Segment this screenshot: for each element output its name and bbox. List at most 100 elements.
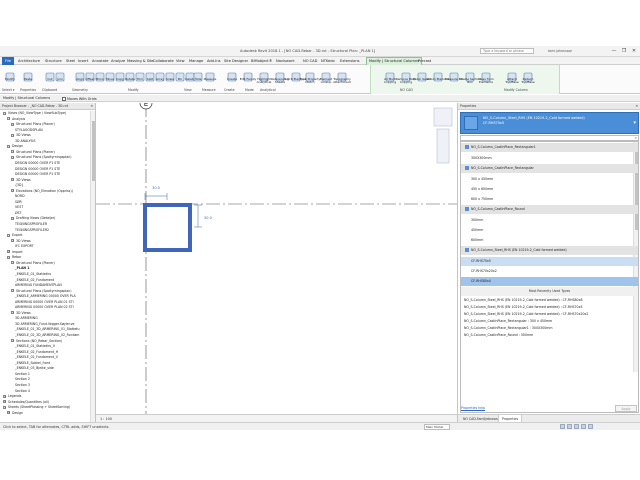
tree-item[interactable]: 3D ANALYSIS xyxy=(15,139,36,143)
close-icon[interactable]: ✕ xyxy=(635,103,638,110)
apply-button[interactable]: Apply xyxy=(615,405,637,412)
recent-type-row[interactable]: NO_S-Column_Steel_RHS (EN 10219-2_Cold f… xyxy=(461,311,638,318)
collapse-icon[interactable]: − xyxy=(11,133,14,137)
tree-item[interactable]: 3D ARMERING xyxy=(15,316,38,320)
type-row[interactable]: 300X300mm xyxy=(461,154,638,163)
tree-item[interactable]: Section 1 xyxy=(15,372,30,376)
drag-elements-icon[interactable] xyxy=(588,424,593,429)
type-row[interactable]: 450 x 600mm xyxy=(461,185,638,194)
moves-with-grids-checkbox[interactable]: Moves With Grids xyxy=(62,96,97,103)
navigation-bar[interactable] xyxy=(436,128,450,164)
create-button[interactable]: Create xyxy=(224,67,240,87)
checkbox-box[interactable] xyxy=(62,97,66,101)
type-selector[interactable]: NO_S-Column_Steel_RHS (EN 10219-2_Cold f… xyxy=(460,112,639,134)
minimize-button[interactable]: — xyxy=(610,48,618,55)
collapse-icon[interactable]: − xyxy=(11,155,14,159)
collapse-icon[interactable]: − xyxy=(7,144,10,148)
tree-item[interactable]: _ENKELE_ARMERING 00000 OVER PLA xyxy=(15,294,76,298)
tree-item[interactable]: DESIGN 00000 OVER P1 STE xyxy=(15,172,60,176)
type-row[interactable]: 600 x 750mm xyxy=(461,195,638,204)
type-row[interactable]: 450mm xyxy=(461,226,638,235)
tab-file[interactable]: File xyxy=(2,57,15,65)
type-dropdown-list[interactable]: NO_S-Column_CastInPlace_Rectangular1 300X… xyxy=(460,141,639,413)
family-header-row[interactable]: NO_S-Column_CastInPlace_Round xyxy=(461,205,638,214)
type-row[interactable]: 300 x 450mm xyxy=(461,175,638,184)
tree-item[interactable]: − Structural Plans (Spoltyrningsplan) xyxy=(11,289,72,293)
tab-manage[interactable]: Manage xyxy=(189,57,203,65)
tab-add-ins[interactable]: Add-Ins xyxy=(207,57,220,65)
tab-collaborate[interactable]: Collaborate xyxy=(153,57,174,65)
model-selector[interactable]: Main Model xyxy=(424,424,450,430)
tab-precast[interactable]: Precast xyxy=(418,57,431,65)
tree-item[interactable]: −3D Views xyxy=(11,311,31,315)
family-header-row[interactable]: NO_S-Column_CastInPlace_Rectangular xyxy=(461,164,638,173)
tree-item[interactable]: −3D Views xyxy=(11,239,31,243)
tree-item[interactable]: DESIGN 00000 OVER P1 STE xyxy=(15,167,60,171)
close-button[interactable]: ✕ xyxy=(630,48,638,55)
panel-select[interactable]: Select ▾ xyxy=(2,88,14,93)
expand-icon[interactable]: + xyxy=(3,400,6,404)
tree-item[interactable]: −3D Views xyxy=(11,178,31,182)
tree-item[interactable]: ØST xyxy=(15,211,21,215)
tab-analyze[interactable]: Analyze xyxy=(111,57,125,65)
tree-item[interactable]: _ENKELE_03_Bjelke_side xyxy=(15,366,54,370)
tree-item[interactable]: _ENKELE_01_3D_ARMERING_01_Stattetu xyxy=(15,327,80,331)
tab-annotate[interactable]: Annotate xyxy=(92,57,108,65)
tab-extensions[interactable]: Extensions xyxy=(340,57,360,65)
tree-item[interactable]: Section 4 xyxy=(15,389,30,393)
tree-item[interactable]: − Analysis xyxy=(7,117,25,121)
tab-modify-structural-columns[interactable]: Modify | Structural Columns xyxy=(366,57,422,65)
tree-item[interactable]: _PLAN 1 xyxy=(15,266,29,270)
tab-steel[interactable]: Steel xyxy=(66,57,75,65)
tree-item[interactable]: − Drafting Views (Detaljer) xyxy=(11,216,55,220)
tree-item[interactable]: + Legends xyxy=(3,394,21,398)
tree-item[interactable]: Section 2 xyxy=(15,377,30,381)
collapse-icon[interactable]: − xyxy=(7,117,10,121)
collapse-icon[interactable]: − xyxy=(7,255,10,259)
browser-scrollbar[interactable] xyxy=(90,111,95,422)
collapse-icon[interactable]: − xyxy=(7,233,10,237)
paste-button[interactable]: Paste xyxy=(20,67,36,87)
collapse-icon[interactable]: − xyxy=(11,189,14,193)
collapse-icon[interactable]: − xyxy=(11,289,14,293)
tree-item[interactable]: + Schedules/Quantities (all) xyxy=(3,400,49,404)
navigation-wheel-icon[interactable] xyxy=(433,107,453,127)
tree-item[interactable]: − Elevations (NO_Elevation (Oppriss)) xyxy=(11,189,73,193)
tree-item[interactable]: − Design xyxy=(7,144,23,148)
type-row[interactable]: CF-RHS80x4 xyxy=(461,277,638,286)
tree-item[interactable]: NORD xyxy=(15,194,25,198)
tree-item[interactable]: _ENKELE_02_Fundament xyxy=(15,278,54,282)
recent-type-row[interactable]: NO_S-Column_Steel_RHS (EN 10219-2_Cold f… xyxy=(461,297,638,304)
tree-item[interactable]: _ENKELE_01_Stattetiru xyxy=(15,272,51,276)
tab-massing-site[interactable]: Massing & Site xyxy=(127,57,154,65)
tree-item[interactable]: − Export xyxy=(7,233,22,237)
tree-item[interactable]: −3D Views xyxy=(11,133,31,137)
collapse-icon[interactable]: − xyxy=(3,405,6,409)
close-icon[interactable]: ✕ xyxy=(90,103,93,110)
tree-item[interactable]: _ENKELE_02_3D_ARMERING_02_Fundam xyxy=(15,333,79,337)
tab-architecture[interactable]: Architecture xyxy=(18,57,40,65)
tab-no-cad[interactable]: NO CAD xyxy=(303,57,317,65)
collapse-icon[interactable]: − xyxy=(11,216,14,220)
search-input[interactable]: Type a keyword or phrase xyxy=(480,48,534,54)
tree-item[interactable]: _ENKELE_02_Fundament_V xyxy=(15,355,58,359)
collapse-icon[interactable]: − xyxy=(11,261,14,265)
filter-icon[interactable] xyxy=(567,424,572,429)
collapse-icon[interactable]: − xyxy=(11,122,14,126)
tree-item[interactable]: TEGNINGSPROFILER2 xyxy=(15,228,49,232)
tree-item[interactable]: − Structural Plans (Planer) xyxy=(11,122,55,126)
plan-view[interactable]: E 30.0 30.0 xyxy=(96,96,457,414)
topography-attachment-button[interactable]: Topography Attachment xyxy=(333,67,351,87)
select-pinned-icon[interactable] xyxy=(581,424,586,429)
tree-item[interactable]: − Structural Plans (Planer) xyxy=(11,261,55,265)
collapse-icon[interactable]: − xyxy=(11,311,14,315)
tab-insert[interactable]: Insert xyxy=(78,57,88,65)
type-row[interactable]: 300mm xyxy=(461,216,638,225)
tab-bimobject[interactable]: BIMobject® xyxy=(251,57,272,65)
tab-site-designer[interactable]: Site Designer xyxy=(224,57,248,65)
tree-item[interactable]: STYLAGODSPLAN xyxy=(15,128,43,132)
detach-top-base-button[interactable]: Detach Top/Base xyxy=(520,67,536,87)
recent-type-row[interactable]: NO_S-Column_CastInPlace_Round : 300mm xyxy=(461,332,638,339)
tree-item[interactable]: Section 3 xyxy=(15,383,30,387)
tree-item[interactable]: − Rebar xyxy=(7,255,21,259)
